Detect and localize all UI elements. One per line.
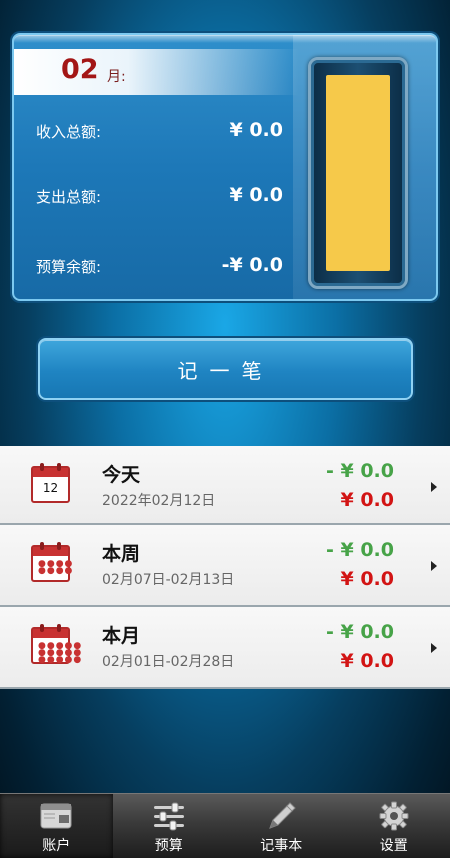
sliders-icon	[152, 800, 186, 832]
wallet-icon	[39, 800, 73, 832]
income-total-label: 收入总额:	[36, 121, 101, 142]
period-row-today[interactable]: 12 今天 2022年02月12日 - ¥ 0.0 ¥ 0.0	[0, 446, 450, 525]
period-dates: 2022年02月12日	[102, 490, 215, 510]
summary-card: 02 月: 收入总额: ¥ 0.0 支出总额: ¥ 0.0 预算余额: -¥ 0…	[12, 33, 438, 301]
tab-notebook[interactable]: 记事本	[225, 794, 338, 858]
calendar-week-icon: ●●●●●●●●	[31, 545, 70, 582]
period-dates: 02月01日-02月28日	[102, 651, 234, 671]
calendar-day-icon: 12	[31, 466, 70, 503]
period-dates: 02月07日-02月13日	[102, 569, 234, 589]
period-expense: ¥ 0.0	[341, 650, 395, 672]
period-title: 今天	[102, 460, 140, 487]
chevron-right-icon	[431, 482, 437, 492]
period-expense: ¥ 0.0	[341, 568, 395, 590]
chevron-right-icon	[431, 561, 437, 571]
budget-gauge	[308, 57, 408, 289]
calendar-day-number: 12	[33, 481, 68, 495]
tab-label: 账户	[0, 835, 113, 855]
month-number: 02	[61, 54, 99, 85]
period-title: 本月	[102, 621, 140, 648]
month-unit: 月:	[107, 66, 126, 86]
period-income: - ¥ 0.0	[326, 539, 394, 561]
expense-total-label: 支出总额:	[36, 186, 101, 207]
month-band	[14, 49, 299, 95]
income-total-value: ¥ 0.0	[230, 119, 284, 141]
pencil-icon	[264, 800, 298, 832]
expense-total-value: ¥ 0.0	[230, 184, 284, 206]
tab-account[interactable]: 账户	[0, 794, 113, 858]
period-expense: ¥ 0.0	[341, 489, 395, 511]
tab-label: 设置	[338, 835, 450, 855]
period-income: - ¥ 0.0	[326, 621, 394, 643]
period-title: 本周	[102, 539, 140, 566]
chevron-right-icon	[431, 643, 437, 653]
bottom-tab-bar: 账户 预算 记事本	[0, 793, 450, 858]
period-income: - ¥ 0.0	[326, 460, 394, 482]
tab-settings[interactable]: 设置	[338, 794, 450, 858]
period-row-week[interactable]: ●●●●●●●● 本周 02月07日-02月13日 - ¥ 0.0 ¥ 0.0	[0, 525, 450, 607]
tab-label: 预算	[113, 835, 226, 855]
period-summary-list: 12 今天 2022年02月12日 - ¥ 0.0 ¥ 0.0 ●●●●●●●●…	[0, 446, 450, 689]
budget-balance-value: -¥ 0.0	[222, 254, 283, 276]
tab-label: 记事本	[225, 835, 338, 855]
tab-budget[interactable]: 预算	[113, 794, 226, 858]
period-row-month[interactable]: ●●●●●●●●●●●●●●● 本月 02月01日-02月28日 - ¥ 0.0…	[0, 607, 450, 689]
budget-balance-label: 预算余额:	[36, 256, 101, 277]
record-entry-button[interactable]: 记一笔	[38, 338, 413, 400]
gear-icon	[377, 800, 411, 832]
budget-gauge-fill	[326, 75, 390, 271]
calendar-month-icon: ●●●●●●●●●●●●●●●	[31, 627, 70, 664]
